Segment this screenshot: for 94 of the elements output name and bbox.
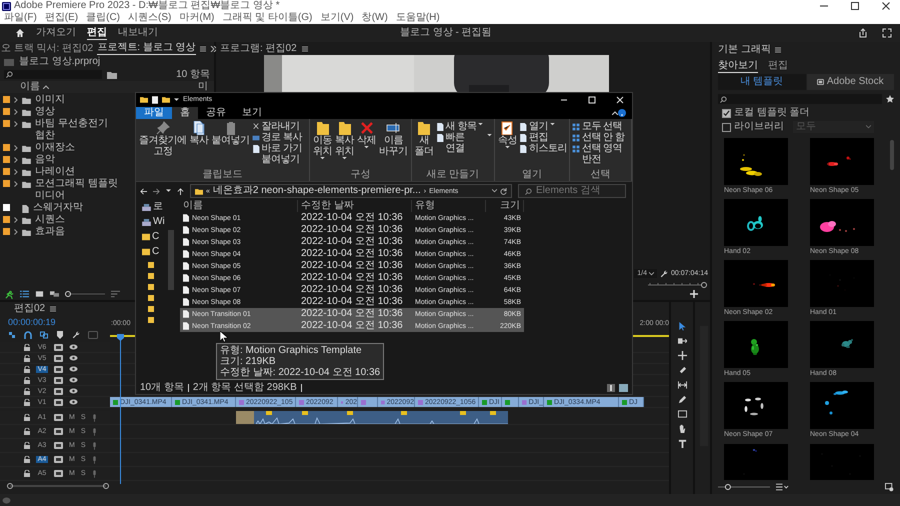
panel-title: 기본 그래픽 (718, 44, 771, 56)
menu-item[interactable]: 클립(C) (86, 12, 120, 24)
nav-item[interactable]: C (142, 231, 176, 243)
timecode[interactable]: 00:00:00:19 (8, 316, 110, 328)
menu-item[interactable]: 시퀀스(S) (128, 12, 172, 24)
project-item[interactable]: 음악 (35, 154, 55, 166)
project-item[interactable]: 모션그래픽 템플릿 미디어 (35, 178, 125, 202)
status-text: 2개 항목 선택함 298KB (192, 382, 297, 394)
group-label: 열기 (520, 169, 543, 181)
ribbon-button[interactable]: 복사 위치 (334, 121, 356, 169)
project-item[interactable]: 나레이션 (35, 166, 75, 178)
project-item[interactable]: 바팀 무선충전기 협찬 (35, 118, 125, 142)
ribbon-button[interactable]: 빠른 연결 (436, 132, 492, 154)
menu-item[interactable]: 보기(V) (320, 12, 354, 24)
source-toggle[interactable]: 내 템플릿 (718, 74, 806, 90)
workspace-tab[interactable]: 가져오기 (36, 27, 76, 39)
file-date: 2022-10-04 오전 10:36 (300, 236, 404, 248)
file-date: 2022-10-04 오전 10:36 (300, 224, 404, 236)
panel-tab[interactable]: 프로젝트: 블로그 영상 (97, 42, 196, 55)
panel-tab[interactable]: 편집 (768, 60, 788, 72)
ribbon-tab[interactable]: 공유 (198, 106, 234, 118)
project-title: 블로그 영상 - 편집됨 (400, 27, 492, 39)
group-label: 새로 만들기 (425, 169, 480, 181)
column-header[interactable]: 미 (198, 81, 208, 93)
nav-item[interactable]: 로 (142, 201, 176, 213)
group-label: 구성 (349, 169, 372, 181)
nav-item[interactable]: C (142, 246, 176, 258)
workspace-tab[interactable]: 편집 (87, 26, 107, 40)
source-toggle[interactable]: Adobe Stock (806, 74, 894, 90)
window-title: Adobe Premiere Pro 2023 - D:₩블로그 편집₩블로그 영상 * (14, 0, 280, 12)
ribbon-button[interactable]: 모두 선택 (572, 121, 630, 132)
ribbon-button[interactable]: 새 폴더 (414, 121, 435, 169)
project-item[interactable]: 시퀀스 (35, 214, 65, 226)
column-header[interactable]: 이름 (180, 200, 298, 212)
project-file-name: 블로그 영상.prproj (19, 56, 100, 68)
ribbon-button[interactable]: 선택 영역 반전 (572, 143, 630, 165)
nav-item[interactable]: Wi (142, 216, 176, 228)
ribbon-button[interactable]: 편집 (518, 132, 567, 143)
ribbon-button[interactable]: 선택 안 함 (572, 132, 630, 143)
file-date: 2022-10-04 오전 10:36 (300, 308, 404, 320)
checkbox-label[interactable]: 라이브러리 (734, 121, 784, 133)
file-date: 2022-10-04 오전 10:36 (300, 296, 404, 308)
item-count: 10 항목 (176, 68, 210, 80)
file-date: 2022-10-04 오전 10:36 (300, 212, 404, 224)
file-date: 2022-10-04 오전 10:36 (300, 284, 404, 296)
menu-item[interactable]: 창(W) (362, 12, 388, 24)
sequence-tab[interactable]: 편집02 (14, 303, 46, 315)
menu-item[interactable]: 마커(M) (179, 12, 214, 24)
ribbon-button[interactable]: 새 항목 (436, 121, 492, 132)
project-item[interactable]: 영상 (35, 106, 55, 118)
group-label: 선택 (589, 169, 612, 181)
path-segment[interactable]: 네온효과2 neon-shape-elements-premiere-pr... (212, 185, 421, 197)
file-date: 2022-10-04 오전 10:36 (300, 272, 404, 284)
menu-item[interactable]: 파일(F) (4, 12, 37, 24)
panel-tab[interactable]: 오 트랙 믹서: 편집02 (1, 42, 94, 54)
status-text: 10개 항목 (140, 382, 184, 394)
group-label: 클립보드 (202, 169, 244, 181)
column-header[interactable]: 수정한 날짜 (298, 200, 412, 212)
ribbon-tab[interactable]: 보기 (234, 106, 270, 118)
file-date: 2022-10-04 오전 10:36 (300, 260, 404, 272)
ribbon-tab[interactable]: 파일 (136, 106, 172, 118)
project-item[interactable]: 이재장소 (35, 142, 75, 154)
tooltip-line: 유형: Motion Graphics Template (220, 345, 363, 356)
column-header[interactable]: 유형 (412, 200, 486, 212)
column-header[interactable]: 크기 (486, 200, 524, 212)
file-date: 2022-10-04 오전 10:36 (300, 248, 404, 260)
ribbon-button[interactable]: 속성 (496, 121, 518, 169)
menu-item[interactable]: 그래픽 및 타이틀(G) (222, 12, 312, 24)
ribbon-button[interactable]: 열기 (518, 121, 567, 132)
project-item[interactable]: 효과음 (35, 226, 65, 238)
column-header[interactable]: 이름 (20, 81, 40, 93)
workspace-tab[interactable]: 내보내기 (118, 27, 158, 39)
tooltip-line: 수정한 날짜: 2022-10-04 오전 10:36 (220, 367, 380, 378)
file-date: 2022-10-04 오전 10:36 (300, 320, 404, 332)
ribbon-button[interactable]: 잘라내기 (252, 121, 308, 132)
project-item[interactable]: 스웨거자막 (33, 202, 83, 214)
ribbon-button[interactable]: 복사 (188, 121, 210, 169)
tooltip-line: 크기: 219KB (220, 356, 277, 367)
search-field[interactable]: Elements 검색 (518, 184, 626, 198)
ribbon-tab[interactable]: 홈 (172, 106, 198, 118)
ribbon-button[interactable]: 이동 위치 (312, 121, 334, 169)
panel-tab[interactable]: 프로그램: 편집02 (220, 42, 297, 54)
ribbon-button[interactable]: 경로 복사 (252, 132, 308, 143)
panel-tab[interactable]: 찾아보기 (718, 60, 758, 72)
ribbon-button[interactable]: 붙여넣기 (210, 121, 250, 169)
ribbon-button[interactable]: 이름 바꾸기 (378, 121, 409, 169)
menu-item[interactable]: 편집(E) (44, 12, 78, 24)
ribbon-button[interactable]: 삭제 (356, 121, 378, 169)
ribbon-button[interactable]: 즐겨찾기에 고정 (138, 121, 188, 169)
ribbon-button[interactable]: 바로 가기 붙여넣기 (252, 143, 308, 165)
ribbon-button[interactable]: 히스토리 (518, 143, 567, 154)
menu-item[interactable]: 도움말(H) (396, 12, 440, 24)
project-item[interactable]: 이미지 (35, 94, 65, 106)
checkbox-label[interactable]: 로컬 템플릿 폴더 (734, 107, 810, 119)
